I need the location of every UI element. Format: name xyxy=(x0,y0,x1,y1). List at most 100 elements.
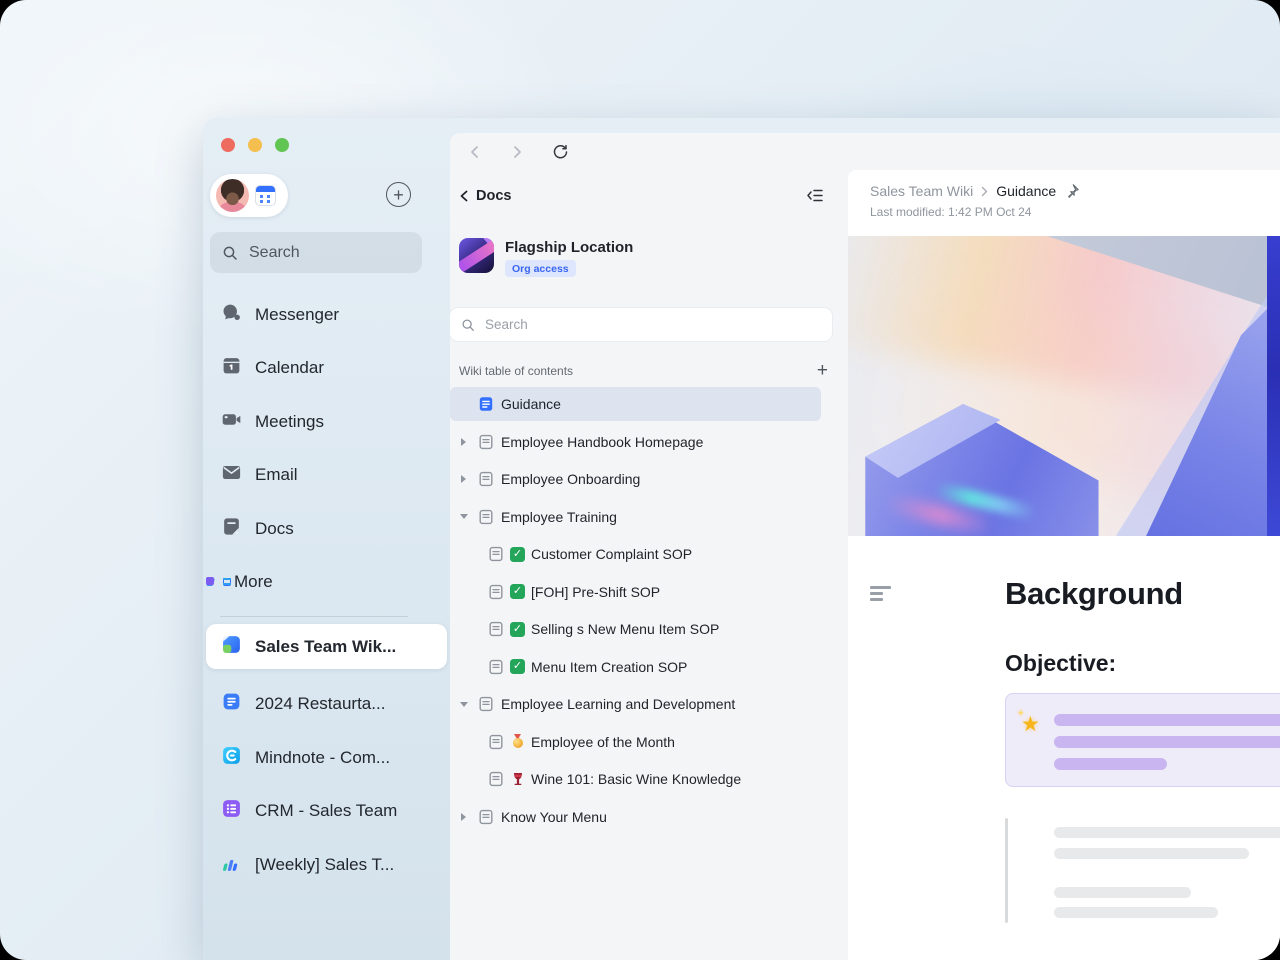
doc-icon xyxy=(488,546,504,562)
sidebar-item-docs[interactable]: Docs xyxy=(203,502,450,556)
wiki-space-logo[interactable] xyxy=(459,238,494,273)
wiki-tree-item-employee-learning-and-development[interactable]: Employee Learning and Development xyxy=(450,687,821,721)
back-button[interactable] xyxy=(467,144,483,160)
pinned-doc-label: CRM - Sales Team xyxy=(255,801,397,821)
messenger-icon xyxy=(221,302,242,328)
breadcrumb-parent[interactable]: Sales Team Wiki xyxy=(870,183,973,199)
add-page-button[interactable]: + xyxy=(817,361,828,380)
pinned-doc-2024-restaurta[interactable]: 2024 Restaurta... xyxy=(203,678,450,732)
redacted-text-line xyxy=(1054,827,1280,838)
check-mark-emoji: ✓ xyxy=(510,547,525,562)
wiki-tree-item-label: Employee Training xyxy=(501,509,617,525)
toc-header: Wiki table of contents + xyxy=(459,361,828,380)
doc-icon xyxy=(478,509,494,525)
section-heading: Objective: xyxy=(1005,650,1116,677)
wiki-tree-item-foh-pre-shift-sop[interactable]: ✓[FOH] Pre-Shift SOP xyxy=(450,575,821,609)
doc-icon xyxy=(478,809,494,825)
wiki-tree-item-menu-item-creation-sop[interactable]: ✓Menu Item Creation SOP xyxy=(450,650,821,684)
doc-icon-blue xyxy=(478,396,494,412)
pinned-doc-label: 2024 Restaurta... xyxy=(255,694,385,714)
mindnote-icon xyxy=(221,745,242,771)
document-header: Sales Team Wiki Guidance Last modified: … xyxy=(848,170,1280,236)
sidebar-item-calendar[interactable]: Calendar xyxy=(203,342,450,396)
sidebar-item-messenger[interactable]: Messenger xyxy=(203,288,450,342)
calendar-status-chip[interactable] xyxy=(255,185,276,206)
pinned-doc-label: Mindnote - Com... xyxy=(255,748,390,768)
wiki-search-input[interactable] xyxy=(483,316,783,333)
callout-block: ★ xyxy=(1005,693,1280,787)
wiki-tree-item-employee-onboarding[interactable]: Employee Onboarding xyxy=(450,462,821,496)
breadcrumb-current[interactable]: Guidance xyxy=(996,183,1056,199)
docs-back-label: Docs xyxy=(476,188,511,204)
sidebar-search-input[interactable] xyxy=(247,243,387,263)
pinned-doc-mindnote-com[interactable]: Mindnote - Com... xyxy=(203,731,450,785)
search-icon xyxy=(222,245,238,261)
sidebar-divider xyxy=(220,616,408,617)
profile-pill[interactable] xyxy=(210,174,288,217)
page-title: Background xyxy=(1005,576,1183,612)
collapse-panel-icon[interactable] xyxy=(806,188,824,208)
sidebar-item-meetings[interactable]: Meetings xyxy=(203,395,450,449)
collapse-arrow-icon[interactable] xyxy=(458,702,478,707)
document-panel: Sales Team Wiki Guidance Last modified: … xyxy=(848,170,1280,960)
redacted-text-line xyxy=(1054,714,1280,726)
content-shell: Docs Flagship Location Org access xyxy=(450,133,1280,960)
refresh-button[interactable] xyxy=(551,143,569,161)
wiki-space-header: Flagship Location Org access xyxy=(459,238,633,277)
doc-icon xyxy=(478,434,494,450)
collapse-arrow-icon[interactable] xyxy=(458,514,478,519)
outline-toggle-icon[interactable] xyxy=(870,586,892,604)
base-icon xyxy=(221,798,242,824)
email-icon xyxy=(221,462,242,488)
wiki-tree-item-label: Employee Onboarding xyxy=(501,471,640,487)
forward-button[interactable] xyxy=(509,144,525,160)
cover-blue-strip xyxy=(1267,236,1280,536)
minutes-icon xyxy=(221,852,242,878)
add-account-button[interactable]: + xyxy=(386,182,411,207)
glowing-star-icon: ★ xyxy=(1021,712,1040,737)
app-sidebar: + MessengerCalendarMeetingsEmailDocsMore… xyxy=(203,118,450,960)
wiki-tree-item-employee-of-the-month[interactable]: Employee of the Month xyxy=(450,725,821,759)
wiki-tree-item-label: [FOH] Pre-Shift SOP xyxy=(531,584,660,600)
pinned-doc-weekly-sales-t[interactable]: [Weekly] Sales T... xyxy=(203,838,450,892)
wiki-tree-item-employee-handbook-homepage[interactable]: Employee Handbook Homepage xyxy=(450,425,821,459)
pinned-doc-label: Sales Team Wik... xyxy=(255,637,396,657)
expand-arrow-icon[interactable] xyxy=(458,438,478,446)
wiki-tree-item-know-your-menu[interactable]: Know Your Menu xyxy=(450,800,821,834)
wiki-space-name: Flagship Location xyxy=(505,239,633,256)
redacted-text-line xyxy=(1054,887,1191,898)
check-mark-emoji: ✓ xyxy=(510,622,525,637)
doc-icon xyxy=(488,771,504,787)
doc-icon xyxy=(478,471,494,487)
check-mark-emoji: ✓ xyxy=(510,659,525,674)
sidebar-item-email[interactable]: Email xyxy=(203,449,450,503)
wiki-tree-item-guidance[interactable]: Guidance xyxy=(450,387,821,421)
wiki-tree-item-customer-complaint-sop[interactable]: ✓Customer Complaint SOP xyxy=(450,537,821,571)
document-body: Background Objective: ★ xyxy=(848,536,1280,960)
access-badge: Org access xyxy=(505,260,576,277)
last-modified: Last modified: 1:42 PM Oct 24 xyxy=(870,205,1280,219)
wiki-tree-item-employee-training[interactable]: Employee Training xyxy=(450,500,821,534)
sidebar-nav: MessengerCalendarMeetingsEmailDocsMore xyxy=(203,288,450,609)
pinned-doc-crm-sales-team[interactable]: CRM - Sales Team xyxy=(203,785,450,839)
redacted-text-line xyxy=(1054,736,1280,748)
pin-icon[interactable] xyxy=(1064,183,1080,199)
avatar[interactable] xyxy=(216,179,249,212)
pinned-doc-sales-team-wik[interactable]: Sales Team Wik... xyxy=(206,624,447,669)
sidebar-search[interactable] xyxy=(210,232,422,273)
sidebar-pinned-docs: Sales Team Wik... 2024 Restaurta... Mindno… xyxy=(203,624,450,892)
wiki-tree-item-label: Selling s New Menu Item SOP xyxy=(531,621,719,637)
expand-arrow-icon[interactable] xyxy=(458,475,478,483)
cover-image xyxy=(848,236,1280,536)
wiki-tree-item-label: Employee Handbook Homepage xyxy=(501,434,703,450)
wine-glass-emoji xyxy=(510,772,525,787)
sidebar-item-more[interactable]: More xyxy=(203,556,450,610)
navigation-toolbar xyxy=(450,133,1280,170)
chevron-right-icon xyxy=(981,186,988,197)
wiki-tree-item-wine-101-basic-wine-knowledge[interactable]: Wine 101: Basic Wine Knowledge xyxy=(450,762,821,796)
docs-back-button[interactable]: Docs xyxy=(459,188,511,204)
wiki-search[interactable] xyxy=(450,308,832,341)
expand-arrow-icon[interactable] xyxy=(458,813,478,821)
breadcrumb: Sales Team Wiki Guidance xyxy=(870,183,1280,199)
wiki-tree-item-selling-s-new-menu-item-sop[interactable]: ✓ Selling s New Menu Item SOP xyxy=(450,612,821,646)
